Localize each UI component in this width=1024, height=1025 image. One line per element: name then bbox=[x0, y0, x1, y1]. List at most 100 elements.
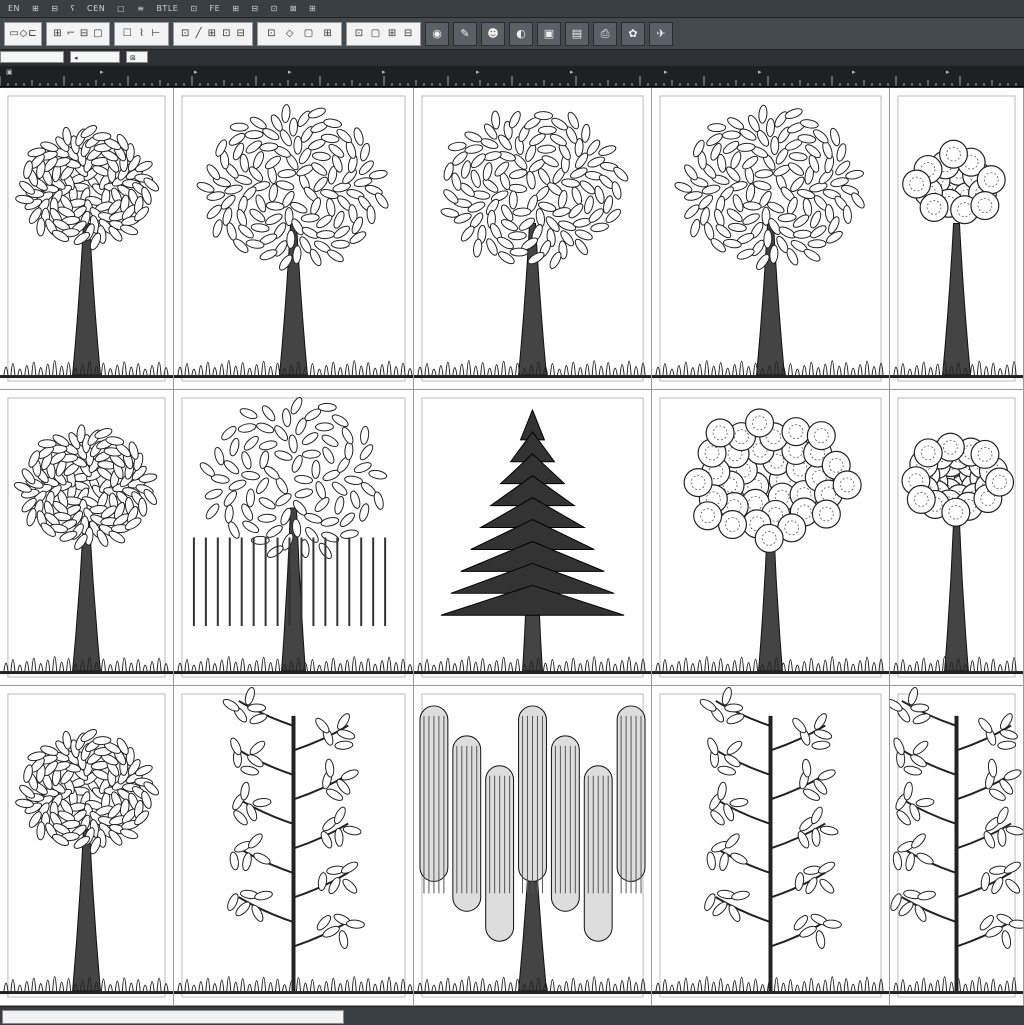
ruler-label: ▸ bbox=[664, 68, 668, 76]
tool-group-6: ⊡ ▢ ⊞ ⊟ bbox=[346, 21, 421, 46]
tree-tile[interactable] bbox=[174, 88, 414, 390]
ruler-label: ▸ bbox=[852, 68, 856, 76]
address-bar: ◂ ⊠ bbox=[0, 50, 1024, 64]
tree-tile[interactable] bbox=[652, 686, 890, 1006]
tool-icon[interactable]: ⊟ bbox=[404, 28, 412, 39]
tool-icon[interactable]: ⊞ bbox=[388, 28, 396, 39]
leafy-tree-icon bbox=[0, 397, 173, 678]
menu-item[interactable]: ʕ bbox=[70, 4, 75, 13]
tool-group-4: ⊡ ╱ ⊞ ⊡ ⊟ bbox=[173, 21, 253, 46]
menu-item[interactable]: ⊟ bbox=[251, 4, 258, 13]
status-input[interactable] bbox=[2, 1010, 344, 1024]
tree-tile[interactable] bbox=[0, 390, 174, 686]
toolbar-button[interactable]: ⎙ bbox=[593, 21, 617, 46]
ruler-label: ▸ bbox=[194, 68, 198, 76]
tool-icon[interactable]: ⊡ bbox=[181, 28, 189, 39]
menu-item[interactable]: CEN bbox=[87, 4, 105, 13]
tree-tile[interactable] bbox=[890, 88, 1024, 390]
address-field[interactable] bbox=[0, 51, 64, 63]
tree-tile[interactable] bbox=[174, 686, 414, 1006]
tool-group-3: ☐ ⌇ ⊢ bbox=[114, 21, 169, 46]
toolbar-button[interactable]: ☻ bbox=[481, 21, 505, 46]
tool-icon[interactable]: ⊡ bbox=[355, 28, 363, 39]
tree-tile[interactable] bbox=[652, 390, 890, 686]
tool-group-5: ⊡ ◇ ▢ ⊞ bbox=[257, 21, 342, 46]
bush-tree-icon bbox=[0, 693, 173, 998]
tool-icon[interactable]: ◇ bbox=[20, 28, 28, 39]
weeping-tree-icon bbox=[174, 397, 413, 678]
tool-icon[interactable]: ╱ bbox=[196, 28, 202, 39]
tool-icon[interactable]: ▢ bbox=[304, 28, 313, 39]
dense-tree-icon bbox=[652, 95, 889, 382]
toolbar-button[interactable]: ◐ bbox=[509, 21, 533, 46]
zoom-field[interactable]: ⊠ bbox=[126, 51, 148, 63]
tool-icon[interactable]: ⊡ bbox=[267, 28, 275, 39]
tool-icon[interactable]: ⊢ bbox=[152, 28, 161, 39]
menu-item[interactable]: ≡ bbox=[137, 4, 144, 13]
menu-item[interactable]: BTLE bbox=[156, 4, 178, 13]
round-tree-icon bbox=[890, 397, 1023, 678]
ruler-label: ▸ bbox=[288, 68, 292, 76]
tree-tile[interactable] bbox=[890, 390, 1024, 686]
ruler-label: ▸ bbox=[100, 68, 104, 76]
tree-tile[interactable] bbox=[174, 390, 414, 686]
tall-tree-icon bbox=[0, 95, 173, 382]
slender-tree-icon bbox=[652, 686, 889, 998]
tool-group-1: ▭ ◇ ⊏ bbox=[4, 21, 42, 46]
toolbar-button[interactable]: ✈ bbox=[649, 21, 673, 46]
tool-group-2: ⊞ ⌐ ⊟ ▢ bbox=[46, 21, 110, 46]
tool-icon[interactable]: ▭ bbox=[9, 28, 18, 39]
menu-item[interactable]: FE bbox=[210, 4, 221, 13]
tool-icon[interactable]: ⊞ bbox=[323, 28, 331, 39]
menu-item[interactable]: ⊡ bbox=[271, 4, 278, 13]
menu-item[interactable]: ⊞ bbox=[32, 4, 39, 13]
tree-tile[interactable] bbox=[0, 88, 174, 390]
menu-item[interactable]: ⊞ bbox=[232, 4, 239, 13]
tool-icon[interactable]: ⊟ bbox=[237, 28, 245, 39]
tree-tile[interactable] bbox=[0, 686, 174, 1006]
tool-icon[interactable]: ⊞ bbox=[208, 28, 216, 39]
toolbar-button[interactable]: ✿ bbox=[621, 21, 645, 46]
menu-item[interactable]: ⊞ bbox=[309, 4, 316, 13]
toolbar-button[interactable]: ✎ bbox=[453, 21, 477, 46]
tool-icon[interactable]: ◇ bbox=[286, 28, 294, 39]
tree-tile[interactable] bbox=[414, 88, 652, 390]
tree-tile[interactable] bbox=[890, 686, 1024, 1006]
branch-tree-icon bbox=[174, 686, 413, 998]
history-field[interactable]: ◂ bbox=[70, 51, 120, 63]
ruler-label: ▸ bbox=[758, 68, 762, 76]
menu-bar: EN ⊞ ⊟ ʕ CEN ▢ ≡ BTLE ⊡ FE ⊞ ⊟ ⊡ ⊠ ⊞ bbox=[0, 0, 1024, 18]
menu-item[interactable]: ⊟ bbox=[51, 4, 58, 13]
branch-tree-icon bbox=[890, 686, 1023, 998]
tool-icon[interactable]: ⌇ bbox=[139, 28, 144, 39]
tree-tile[interactable] bbox=[414, 390, 652, 686]
pine-tree-icon bbox=[414, 397, 651, 678]
toolbar-button[interactable]: ◉ bbox=[425, 21, 449, 46]
leaf-crown-tree-icon bbox=[414, 95, 651, 382]
tool-icon[interactable]: ▢ bbox=[93, 28, 102, 39]
bonsai-tree-icon bbox=[890, 95, 1023, 382]
menu-item[interactable]: EN bbox=[8, 4, 20, 13]
tool-icon[interactable]: ⌐ bbox=[67, 28, 75, 39]
ruler-label: ▸ bbox=[946, 68, 950, 76]
ruler: ▣ ▸ ▸ ▸ ▸ ▸ ▸ ▸ ▸ ▸ ▸ bbox=[0, 66, 1024, 87]
round-tree-icon bbox=[652, 397, 889, 678]
toolbar-button[interactable]: ▣ bbox=[537, 21, 561, 46]
tool-icon[interactable]: ⊏ bbox=[28, 28, 36, 39]
ruler-label: ▣ bbox=[6, 68, 13, 76]
willow-tree-icon bbox=[414, 693, 651, 998]
tree-tile[interactable] bbox=[652, 88, 890, 390]
toolbar: ▭ ◇ ⊏ ⊞ ⌐ ⊟ ▢ ☐ ⌇ ⊢ ⊡ ╱ ⊞ ⊡ ⊟ ⊡ ◇ ▢ ⊞ ⊡ ▢ ⊞ ⊟ ◉ ✎ ☻ ◐ ▣ ▤ ⎙ ✿ ✈ bbox=[0, 18, 1024, 50]
tool-icon[interactable]: ▢ bbox=[371, 28, 380, 39]
tool-icon[interactable]: ☐ bbox=[123, 28, 132, 39]
status-bar bbox=[0, 1006, 1024, 1025]
tool-icon[interactable]: ⊞ bbox=[53, 28, 61, 39]
leafy-tree-icon bbox=[174, 95, 413, 382]
tool-icon[interactable]: ⊡ bbox=[222, 28, 230, 39]
menu-item[interactable]: ⊡ bbox=[190, 4, 197, 13]
toolbar-button[interactable]: ▤ bbox=[565, 21, 589, 46]
tree-tile[interactable] bbox=[414, 686, 652, 1006]
menu-item[interactable]: ▢ bbox=[117, 4, 125, 13]
tool-icon[interactable]: ⊟ bbox=[80, 28, 88, 39]
menu-item[interactable]: ⊠ bbox=[290, 4, 297, 13]
